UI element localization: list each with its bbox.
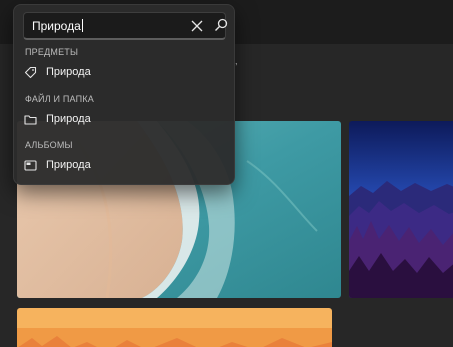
- photo-thumbnail-mountains[interactable]: [349, 121, 453, 298]
- search-query: Природа: [32, 19, 81, 33]
- result-item-album[interactable]: Природа: [18, 154, 230, 178]
- result-item-folder[interactable]: Природа: [18, 108, 230, 132]
- tag-icon: [24, 66, 37, 79]
- album-icon: [24, 159, 37, 172]
- section-header-albums: АЛЬБОМЫ: [25, 140, 73, 150]
- search-icon[interactable]: [214, 18, 228, 32]
- result-item-tag[interactable]: Природа: [18, 61, 230, 85]
- result-item-label: Природа: [46, 113, 91, 125]
- sunset-image: [17, 308, 332, 347]
- search-flyout: Природа ПРЕДМЕТЫ Природа ФАЙЛ И ПАПКА Пр: [13, 4, 235, 185]
- ellipsis-fragment: ,: [235, 56, 238, 66]
- result-item-label: Природа: [46, 66, 91, 78]
- section-header-items: ПРЕДМЕТЫ: [25, 47, 79, 57]
- search-input-text[interactable]: Природа: [32, 19, 83, 33]
- text-caret: [81, 19, 83, 32]
- result-item-label: Природа: [46, 159, 91, 171]
- search-input[interactable]: Природа: [23, 12, 228, 40]
- section-header-files: ФАЙЛ И ПАПКА: [25, 94, 94, 104]
- folder-icon: [24, 113, 37, 126]
- photo-thumbnail-sunset[interactable]: [17, 308, 332, 347]
- mountains-image: [349, 121, 453, 298]
- clear-icon[interactable]: [190, 19, 204, 33]
